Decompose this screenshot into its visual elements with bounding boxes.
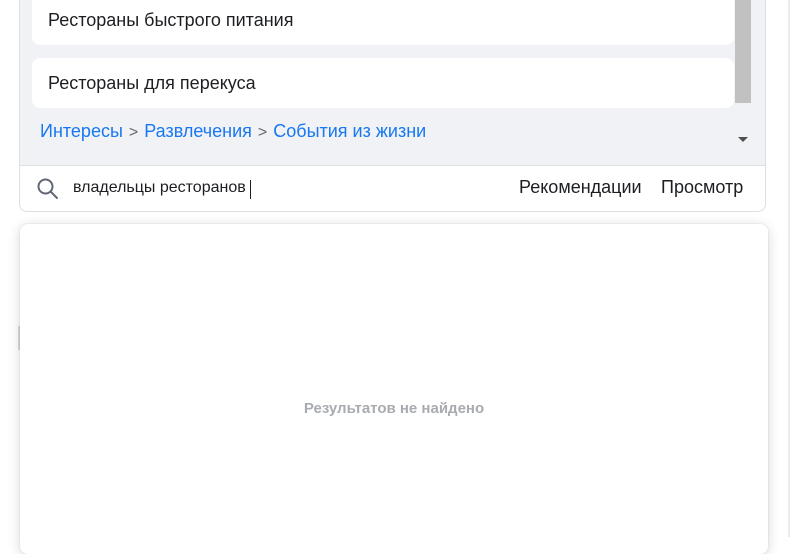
breadcrumb-link-interests[interactable]: Интересы: [40, 121, 123, 141]
scroll-down-arrow-icon[interactable]: [738, 137, 748, 142]
search-input[interactable]: [73, 175, 453, 201]
list-item-label: Рестораны для перекуса: [48, 72, 256, 93]
breadcrumb-link-entertainment[interactable]: Развлечения: [144, 121, 252, 141]
list-item[interactable]: Рестораны для перекуса: [32, 58, 734, 108]
search-icon: [37, 178, 58, 199]
recommendations-button[interactable]: Рекомендации: [519, 177, 642, 198]
list-item-label: Рестораны быстрого питания: [48, 9, 294, 30]
scrollbar-thumb[interactable]: [735, 0, 751, 103]
text-caret: [250, 180, 251, 199]
no-results-message: Результатов не найдено: [303, 400, 485, 417]
search-bar: Рекомендации Просмотр: [20, 166, 765, 211]
breadcrumb-separator: >: [257, 124, 268, 141]
targeting-dropdown-panel: Рестораны быстрого питания Рестораны для…: [19, 0, 766, 212]
suggestion-list: Рестораны быстрого питания Рестораны для…: [20, 0, 765, 166]
list-item[interactable]: Рестораны быстрого питания: [32, 0, 734, 45]
background-fragment: [788, 0, 790, 537]
breadcrumb-separator: >: [128, 124, 139, 141]
breadcrumb: Интересы > Развлечения > События из жизни: [40, 121, 426, 142]
breadcrumb-link-life-events[interactable]: События из жизни: [273, 121, 426, 141]
browse-button[interactable]: Просмотр: [661, 177, 743, 198]
results-popup: Результатов не найдено: [20, 224, 768, 554]
